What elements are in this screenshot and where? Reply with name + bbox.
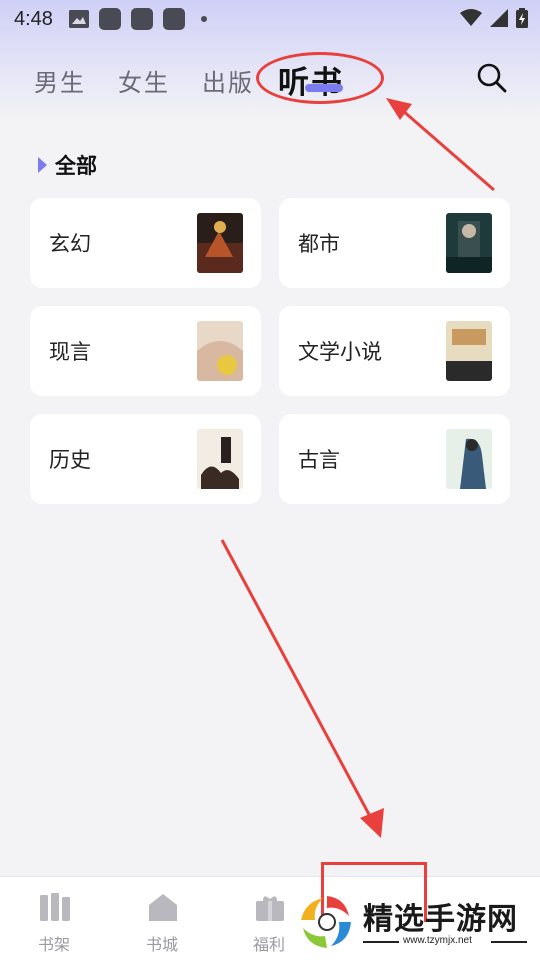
bookshelf-icon bbox=[40, 893, 70, 921]
section-title-text: 全部 bbox=[55, 154, 97, 178]
watermark-divider bbox=[363, 941, 399, 943]
category-label: 现言 bbox=[49, 340, 91, 364]
nav-bookshelf[interactable]: 书架 bbox=[14, 877, 94, 960]
status-bar: 4:48 bbox=[0, 0, 540, 38]
annotation-highlight-ellipse bbox=[256, 52, 384, 104]
battery-icon bbox=[516, 8, 528, 28]
book-cover-image bbox=[197, 429, 243, 489]
status-time: 4:48 bbox=[14, 7, 53, 30]
nav-bookstore[interactable]: 书城 bbox=[122, 877, 202, 960]
nav-label: 书架 bbox=[37, 935, 70, 954]
book-cover-image bbox=[197, 213, 243, 273]
app-notification-icon bbox=[98, 8, 121, 30]
bookstore-icon bbox=[149, 894, 177, 921]
watermark-logo: 精选手游网 www.tzymjx.net bbox=[295, 888, 540, 960]
category-card-guyan[interactable]: 古言 bbox=[279, 414, 510, 504]
search-icon[interactable] bbox=[476, 62, 508, 94]
gift-icon bbox=[256, 896, 284, 921]
book-cover-image bbox=[197, 321, 243, 381]
category-card-literature[interactable]: 文学小说 bbox=[279, 306, 510, 396]
watermark-title: 精选手游网 bbox=[363, 902, 518, 937]
signal-icon bbox=[490, 9, 508, 27]
nav-label: 书城 bbox=[145, 935, 178, 954]
section-title: 全部 bbox=[38, 150, 97, 180]
category-label: 古言 bbox=[298, 448, 340, 472]
category-label: 文学小说 bbox=[298, 340, 382, 364]
app-notification-icon bbox=[162, 8, 185, 30]
watermark-url: www.tzymjx.net bbox=[403, 935, 472, 946]
book-cover-image bbox=[446, 213, 492, 273]
section-marker-icon bbox=[38, 157, 47, 173]
image-notification-icon bbox=[68, 10, 89, 28]
category-card-dushi[interactable]: 都市 bbox=[279, 198, 510, 288]
category-card-xianyan[interactable]: 现言 bbox=[30, 306, 261, 396]
book-cover-image bbox=[446, 321, 492, 381]
watermark-emblem-icon bbox=[301, 896, 351, 948]
category-label: 历史 bbox=[49, 448, 91, 472]
tab-male[interactable]: 男生 bbox=[34, 63, 86, 98]
watermark-divider bbox=[491, 941, 527, 943]
app-notification-icon bbox=[130, 8, 153, 30]
tab-publish[interactable]: 出版 bbox=[202, 63, 254, 98]
category-card-history[interactable]: 历史 bbox=[30, 414, 261, 504]
more-notifications-icon bbox=[200, 16, 207, 22]
book-cover-image bbox=[446, 429, 492, 489]
tab-female[interactable]: 女生 bbox=[118, 63, 170, 98]
category-label: 都市 bbox=[298, 232, 340, 256]
category-card-xuanhuan[interactable]: 玄幻 bbox=[30, 198, 261, 288]
category-label: 玄幻 bbox=[49, 232, 91, 256]
wifi-icon bbox=[460, 9, 482, 26]
